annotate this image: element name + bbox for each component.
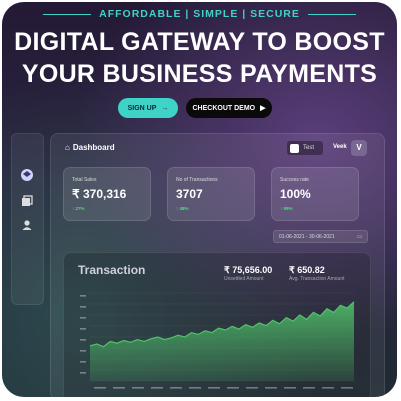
y-tick-label xyxy=(80,317,86,319)
x-tick-label xyxy=(322,387,334,389)
stat-value: 100% xyxy=(280,187,311,201)
dashboard-title: ⌂ Dashboard xyxy=(65,143,115,152)
x-tick-label xyxy=(284,387,296,389)
tagline: AFFORDABLE | SIMPLE | SECURE xyxy=(2,8,397,20)
x-tick-label xyxy=(303,387,315,389)
area-series xyxy=(90,301,354,381)
dashboard-panel: ⌂ Dashboard Test Veek V Total Sales ₹ 37… xyxy=(50,133,385,397)
y-tick-label xyxy=(80,306,86,308)
date-range-picker[interactable]: 01-06-2021 - 30-06-2021 ▭ xyxy=(273,230,368,243)
y-tick-label xyxy=(80,361,86,363)
stat-card-success-rate: Success rate 100% ↑ 99% xyxy=(271,167,359,221)
x-tick-label xyxy=(170,387,182,389)
x-tick-label xyxy=(151,387,163,389)
transaction-chart xyxy=(80,292,355,389)
stat-change: ↑ 27% xyxy=(72,206,85,211)
arrow-right-icon: → xyxy=(161,104,169,112)
y-tick-label xyxy=(80,339,86,341)
dashboard-title-text: Dashboard xyxy=(72,143,115,152)
headline-line-1: DIGITAL GATEWAY TO BOOST xyxy=(14,28,385,56)
y-tick-label xyxy=(80,328,86,330)
x-tick-label xyxy=(132,387,144,389)
tagline-text: AFFORDABLE | SIMPLE | SECURE xyxy=(99,8,300,20)
checkout-demo-label: CHECKOUT DEMO xyxy=(192,104,256,112)
user-name: Veek xyxy=(333,144,347,150)
test-mode-toggle[interactable]: Test xyxy=(287,141,323,155)
signup-label: SIGN UP xyxy=(127,104,157,112)
x-tick-label xyxy=(246,387,258,389)
x-tick-label xyxy=(227,387,239,389)
calendar-icon: ▭ xyxy=(357,233,362,240)
tagline-right-rule xyxy=(307,13,356,15)
y-tick-label xyxy=(80,295,86,297)
play-icon: ▶ xyxy=(260,105,266,112)
transaction-card: Transaction ₹ 75,656.00 Unsettled Amount… xyxy=(63,252,371,397)
checkout-demo-button[interactable]: CHECKOUT DEMO ▶ xyxy=(186,98,272,118)
y-tick-label xyxy=(80,350,86,352)
y-tick-label xyxy=(80,372,86,374)
test-label: Test xyxy=(303,145,315,151)
x-tick-label xyxy=(113,387,125,389)
stat-change: ↑ 48% xyxy=(176,206,189,211)
x-tick-label xyxy=(94,387,106,389)
user-icon[interactable] xyxy=(20,218,34,232)
stat-card-total-sales: Total Sales ₹ 370,316 ↑ 27% xyxy=(63,167,151,221)
stat-change: ↑ 99% xyxy=(280,206,293,211)
stat-label: Total Sales xyxy=(72,177,97,183)
layers-icon[interactable] xyxy=(20,168,34,182)
x-tick-label xyxy=(208,387,220,389)
home-icon: ⌂ xyxy=(65,143,70,152)
banner-frame: AFFORDABLE | SIMPLE | SECURE DIGITAL GAT… xyxy=(2,2,397,397)
copy-icon[interactable] xyxy=(20,194,34,208)
stat-label: No of Transactions xyxy=(176,177,218,183)
stat-value: 3707 xyxy=(176,187,203,201)
date-range-text: 01-06-2021 - 30-06-2021 xyxy=(279,233,335,240)
tagline-left-rule xyxy=(43,13,92,15)
stat-card-transactions: No of Transactions 3707 ↑ 48% xyxy=(167,167,255,221)
signup-button[interactable]: SIGN UP → xyxy=(118,98,178,118)
sidebar xyxy=(11,133,44,305)
x-tick-label xyxy=(265,387,277,389)
avatar[interactable]: V xyxy=(351,140,367,156)
stat-label: Success rate xyxy=(280,177,309,183)
headline-line-2: YOUR BUSINESS PAYMENTS xyxy=(21,60,378,88)
stat-value: ₹ 370,316 xyxy=(72,187,127,201)
x-tick-label xyxy=(189,387,201,389)
toggle-knob xyxy=(290,143,299,153)
x-tick-label xyxy=(341,387,353,389)
